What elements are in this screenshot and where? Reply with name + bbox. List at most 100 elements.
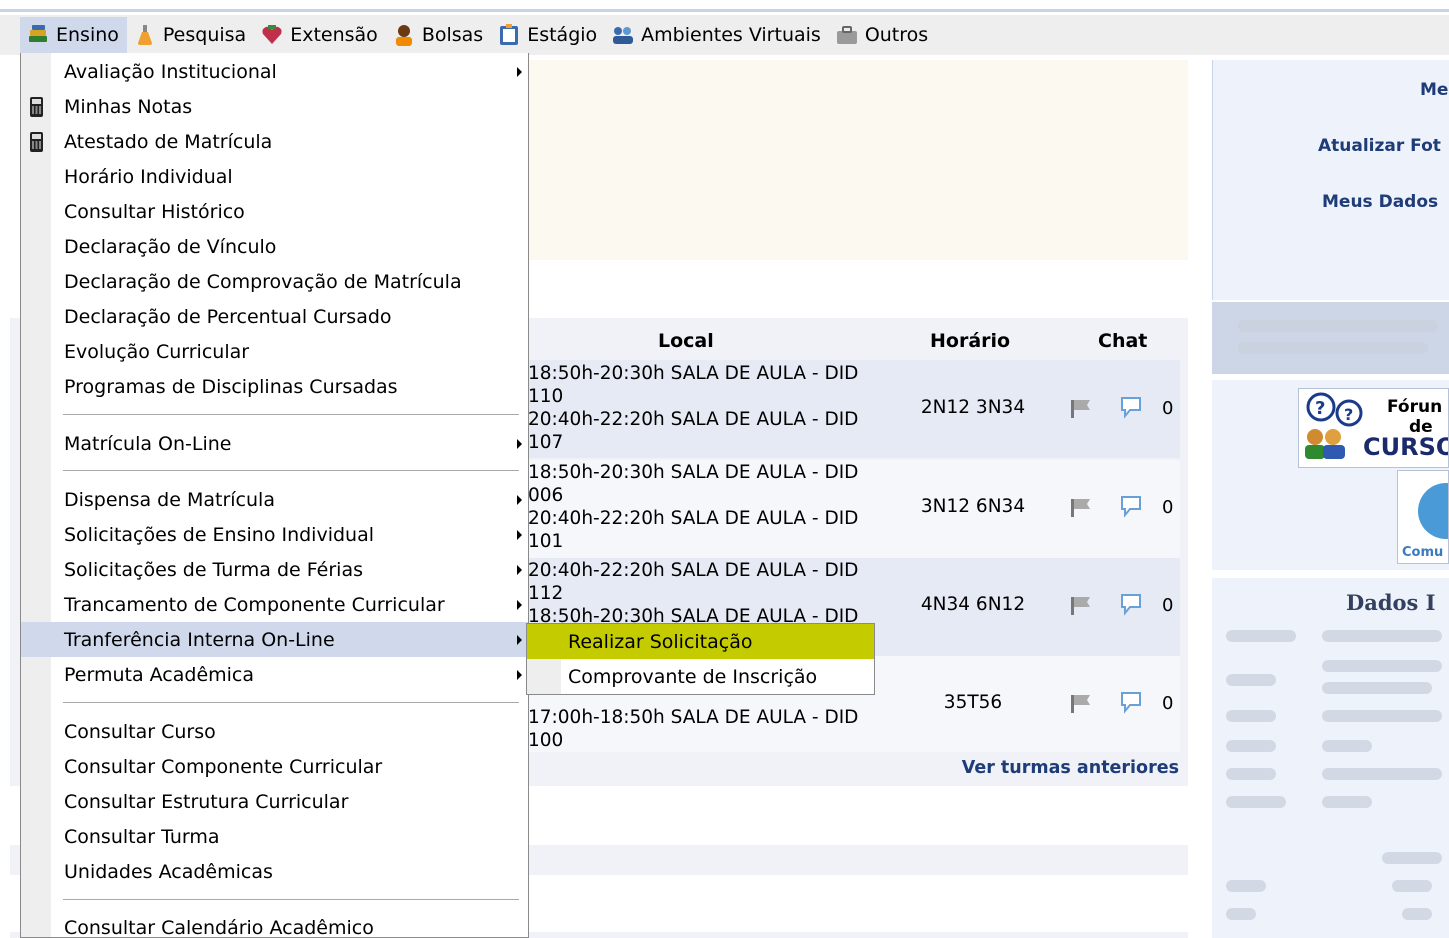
horario-cell: 3N12 6N34 [920,496,1026,517]
menu-ambientes-virtuais[interactable]: Ambientes Virtuais [605,17,829,53]
clipboard-icon [500,24,519,45]
menu-item-programas-disciplinas[interactable]: Programas de Disciplinas Cursadas [21,369,528,404]
transferencia-submenu: Realizar Solicitação Comprovante de Insc… [526,623,875,695]
svg-text:?: ? [1315,398,1325,419]
comunidade-label: Comu [1402,545,1444,560]
main-menubar: Ensino Pesquisa Extensão Bolsas Estágio … [0,15,1449,55]
menu-item-calendario-academico[interactable]: Consultar Calendário Acadêmico [21,910,528,938]
forum-logo-icon: ? ? [1305,392,1363,459]
menu-item-declaracao-vinculo[interactable]: Declaração de Vínculo [21,229,528,264]
chat-bubble-icon[interactable] [1118,591,1148,617]
menu-item-turma-ferias[interactable]: Solicitações de Turma de Férias [21,552,528,587]
column-header-local: Local [658,330,714,352]
submenu-arrow-icon [517,529,522,540]
forum-line-1: Fórun [1387,397,1443,417]
profile-link[interactable]: Me [1420,80,1448,100]
menu-item-horario-individual[interactable]: Horário Individual [21,159,528,194]
ensino-dropdown-menu: Avaliação Institucional Minhas Notas Ate… [20,53,529,938]
menu-item-declaracao-comprovacao[interactable]: Declaração de Comprovação de Matrícula [21,264,528,299]
comunidade-banner[interactable]: Comu [1397,470,1449,564]
horario-cell: 35T56 [943,692,1003,713]
menu-item-trancamento[interactable]: Trancamento de Componente Curricular [21,587,528,622]
forum-flag-icon[interactable] [1068,396,1094,420]
comunidade-logo-icon [1418,483,1448,539]
calculator-icon [30,96,43,117]
blurred-user-box [1212,302,1449,374]
menu-bolsas[interactable]: Bolsas [386,17,491,53]
menu-item-permuta-academica[interactable]: Permuta Acadêmica [21,657,528,692]
column-header-horario: Horário [930,330,1011,352]
forum-curso-banner[interactable]: ? ? Fórun de CURSO [1298,388,1449,468]
menu-label: Pesquisa [162,24,247,46]
dados-title: Dados I [1346,590,1436,615]
horario-cell: 4N34 6N12 [920,594,1026,615]
submenu-item-comprovante-inscricao[interactable]: Comprovante de Inscrição [527,659,874,694]
menu-label: Outros [864,24,929,46]
menu-outros[interactable]: Outros [829,17,936,53]
update-photo-link[interactable]: Atualizar Fot [1318,136,1441,156]
menu-extensao[interactable]: Extensão [254,17,386,53]
menu-item-ensino-individual[interactable]: Solicitações de Ensino Individual [21,517,528,552]
flask-icon [137,25,152,45]
menu-label: Extensão [290,24,378,46]
top-border [0,0,1449,12]
local-cell: 18:50h-20:30h SALA DE AULA - DID 110 20:40… [528,363,859,453]
menu-separator [63,470,519,472]
person-icon [395,25,412,46]
menu-label: Estágio [527,24,598,46]
forum-flag-icon[interactable] [1068,593,1094,617]
forum-flag-icon[interactable] [1068,691,1094,715]
menu-item-dispensa-matricula[interactable]: Dispensa de Matrícula [21,482,528,517]
menu-item-consultar-componente[interactable]: Consultar Componente Curricular [21,749,528,784]
submenu-arrow-icon [517,66,522,77]
menu-separator [63,702,519,704]
my-data-link[interactable]: Meus Dados [1322,192,1438,212]
submenu-arrow-icon [517,599,522,610]
menu-item-transferencia-interna[interactable]: Tranferência Interna On-Line [21,622,528,657]
menu-item-consultar-estrutura[interactable]: Consultar Estrutura Curricular [21,784,528,819]
chat-count: 0 [1162,693,1174,714]
chat-count: 0 [1162,497,1174,518]
submenu-arrow-icon [517,564,522,575]
chat-bubble-icon[interactable] [1118,394,1148,420]
chat-count: 0 [1162,398,1174,419]
menu-item-evolucao-curricular[interactable]: Evolução Curricular [21,334,528,369]
menu-item-consultar-turma[interactable]: Consultar Turma [21,819,528,854]
menu-item-unidades-academicas[interactable]: Unidades Acadêmicas [21,854,528,889]
menu-estagio[interactable]: Estágio [491,17,605,53]
menu-item-atestado-matricula[interactable]: Atestado de Matrícula [21,124,528,159]
menu-ensino[interactable]: Ensino [20,17,127,53]
menu-item-matricula-online[interactable]: Matrícula On-Line [21,426,528,461]
column-header-chat: Chat [1098,330,1148,352]
menu-label: Ambientes Virtuais [641,24,821,46]
people-group-icon [613,27,634,44]
menu-item-avaliacao-institucional[interactable]: Avaliação Institucional [21,54,528,89]
local-cell: 20:40h-22:20h SALA DE AULA - DID 112 18:50… [528,560,859,627]
menu-item-consultar-historico[interactable]: Consultar Histórico [21,194,528,229]
menu-item-declaracao-percentual[interactable]: Declaração de Percentual Cursado [21,299,528,334]
menu-item-minhas-notas[interactable]: Minhas Notas [21,89,528,124]
profile-links-panel [1212,60,1449,300]
chat-bubble-icon[interactable] [1118,689,1148,715]
svg-text:?: ? [1344,405,1353,424]
menu-item-consultar-curso[interactable]: Consultar Curso [21,714,528,749]
briefcase-icon [836,26,857,44]
menu-label: Ensino [56,24,119,46]
horario-cell: 2N12 3N34 [920,397,1026,418]
book-stack-icon [29,25,47,42]
submenu-arrow-icon [517,494,522,505]
menu-separator [63,414,519,416]
chat-bubble-icon[interactable] [1118,493,1148,519]
chat-count: 0 [1162,595,1174,616]
menu-pesquisa[interactable]: Pesquisa [127,17,254,53]
submenu-arrow-icon [517,669,522,680]
notice-panel [528,60,1188,260]
forum-flag-icon[interactable] [1068,495,1094,519]
dados-panel [1212,578,1449,938]
forum-line-3: CURSO [1363,433,1449,461]
submenu-item-realizar-solicitacao[interactable]: Realizar Solicitação [527,624,874,659]
gift-heart-icon [262,25,282,44]
ver-turmas-anteriores-link[interactable]: Ver turmas anteriores [962,758,1179,778]
local-cell: 18:50h-20:30h SALA DE AULA - DID 006 20:40… [528,462,859,552]
table-row: 18:50h-20:30h SALA DE AULA - DID 006 20:40… [528,460,1180,558]
